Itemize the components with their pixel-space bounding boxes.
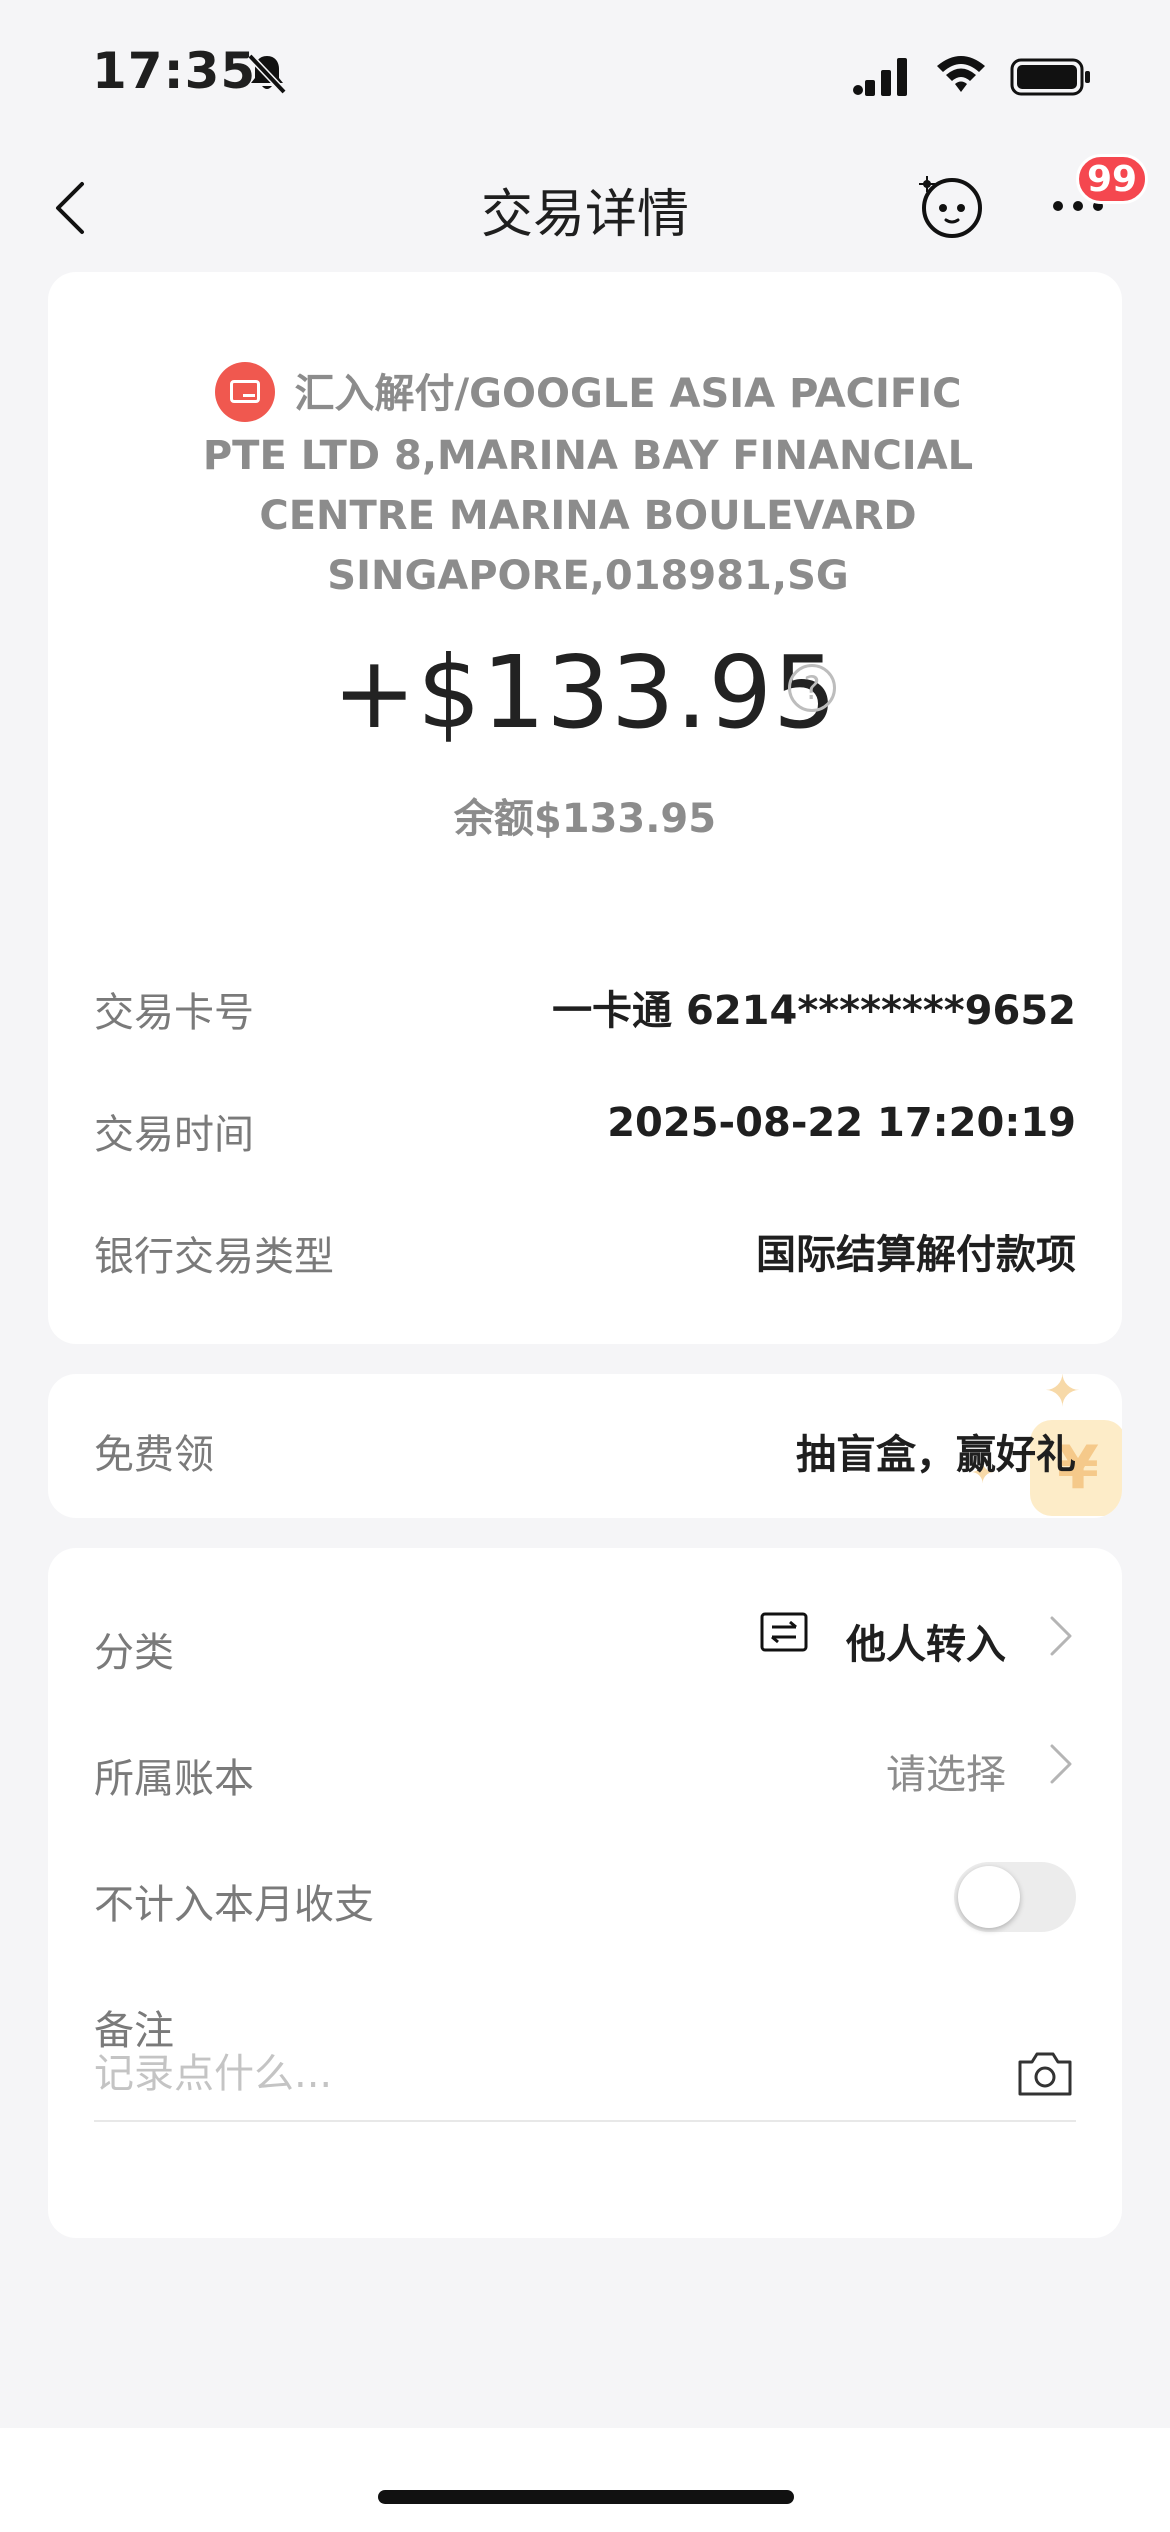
note-input[interactable]: 记录点什么... — [94, 2028, 1076, 2122]
merchant-info: 汇入解付/GOOGLE ASIA PACIFIC PTE LTD 8,MARIN… — [168, 362, 1008, 606]
bottom-safe-area — [0, 2428, 1170, 2532]
ledger-value[interactable]: 请选择 — [886, 1742, 1006, 1800]
card-icon — [214, 362, 275, 422]
merchant-name: 汇入解付/GOOGLE ASIA PACIFIC PTE LTD 8,MARIN… — [202, 371, 974, 599]
exclude-toggle[interactable] — [954, 1862, 1076, 1932]
balance-text: 余额$133.95 — [453, 796, 717, 842]
transaction-type-label: 银行交易类型 — [94, 1234, 334, 1280]
ledger-label: 所属账本 — [94, 1756, 254, 1802]
page-title: 交易详情 — [480, 185, 689, 245]
home-indicator[interactable] — [378, 2490, 794, 2504]
status-time: 17:35 — [92, 42, 257, 100]
promo-card[interactable]: ✦ ✦ ¥ 免费领 抽盲盒，赢好礼 — [48, 1374, 1122, 1518]
transaction-card: 汇入解付/GOOGLE ASIA PACIFIC PTE LTD 8,MARIN… — [48, 272, 1122, 1344]
camera-icon[interactable] — [1016, 2048, 1074, 2098]
transaction-time-label: 交易时间 — [94, 1112, 254, 1158]
chevron-right-icon[interactable] — [1048, 1742, 1074, 1786]
transaction-amount: +$133.95 — [332, 634, 838, 751]
card-number-value: 一卡通 6214********9652 — [552, 988, 1076, 1034]
robot-face-icon[interactable] — [918, 172, 986, 240]
battery-icon — [1010, 58, 1090, 96]
help-icon[interactable]: ? — [788, 664, 836, 712]
transfer-icon — [760, 1612, 808, 1652]
transaction-time-value: 2025-08-22 17:20:19 — [607, 1100, 1076, 1146]
exclude-label: 不计入本月收支 — [94, 1882, 374, 1928]
toggle-knob — [958, 1866, 1020, 1928]
notification-badge: 99 — [1076, 154, 1149, 204]
sparkle-icon: ✦ — [1044, 1374, 1081, 1417]
wifi-icon — [937, 56, 985, 92]
category-value[interactable]: 他人转入 — [846, 1612, 1006, 1670]
bell-muted-icon — [247, 53, 287, 95]
category-label: 分类 — [94, 1630, 174, 1676]
transaction-type-value: 国际结算解付款项 — [756, 1232, 1076, 1278]
cellular-signal-icon — [853, 58, 907, 96]
card-number-label: 交易卡号 — [94, 990, 254, 1036]
promo-text: 抽盲盒，赢好礼 — [796, 1432, 1076, 1478]
settings-card: 分类 他人转入 所属账本 请选择 不计入本月收支 备注 记录点什么... — [48, 1548, 1122, 2238]
chevron-right-icon[interactable] — [1048, 1614, 1074, 1658]
promo-label: 免费领 — [94, 1432, 214, 1478]
